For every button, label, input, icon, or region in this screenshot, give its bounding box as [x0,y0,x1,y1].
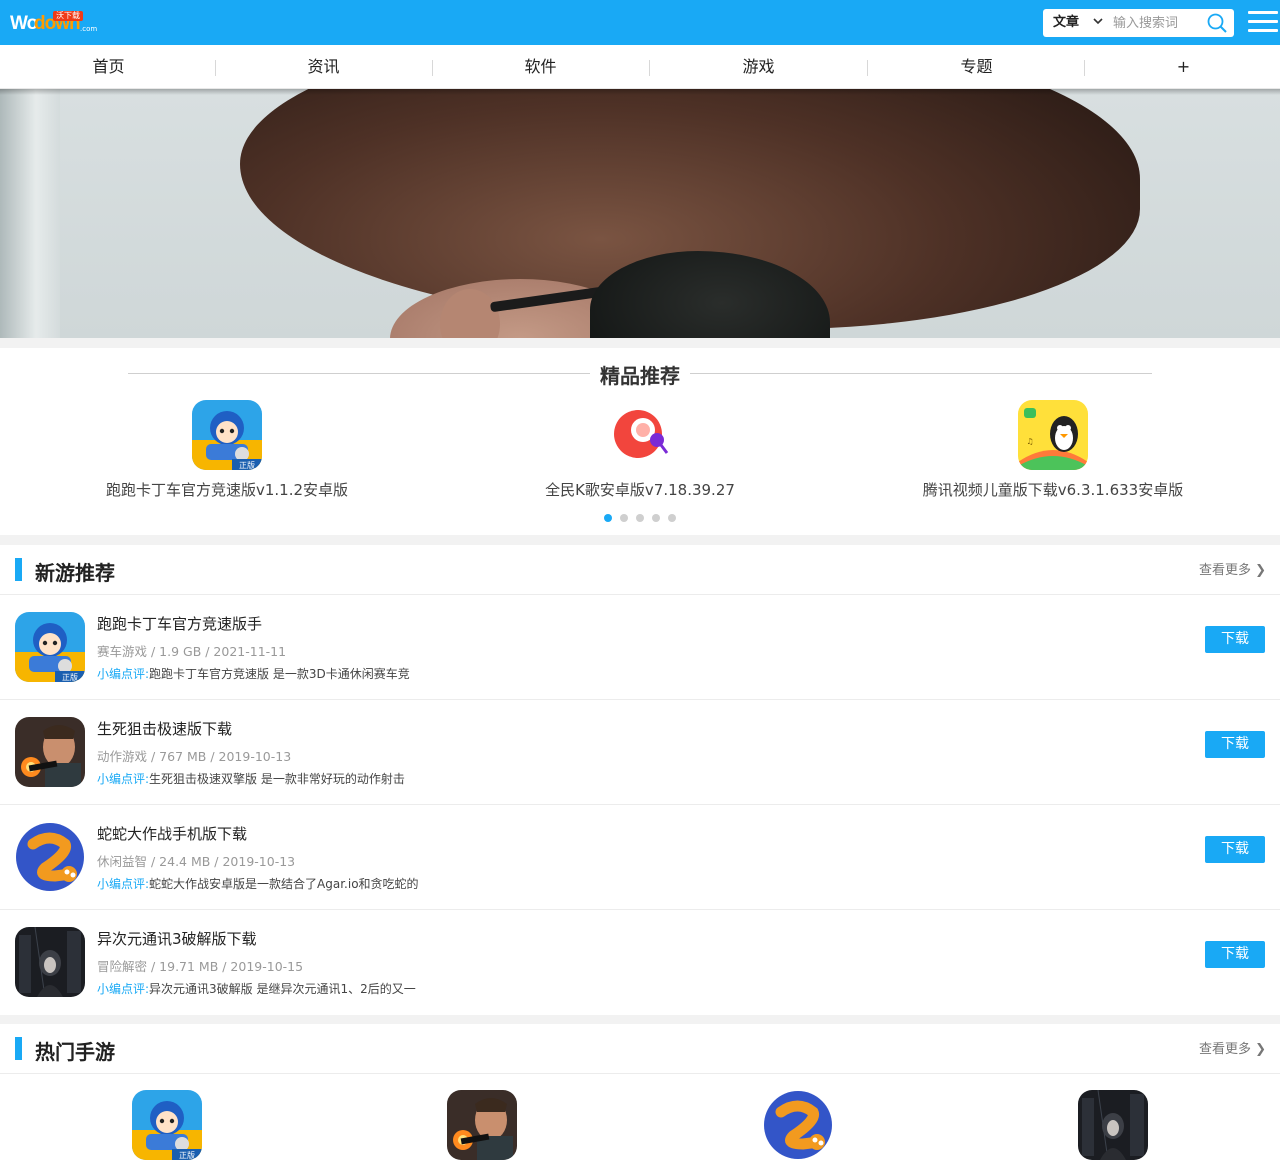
game-comment: 小编点评:生死狙击极速双擎版 是一款非常好玩的动作射击 [97,770,405,787]
carousel-dot[interactable] [652,514,660,522]
list-item[interactable]: 蛇蛇大作战手机版下载 休闲益智 / 24.4 MB / 2019-10-13 小… [0,805,1280,910]
list-item[interactable]: 生死狙击极速版下载 动作游戏 / 767 MB / 2019-10-13 小编点… [0,700,1280,805]
section-header: 热门手游 查看更多 ❯ [0,1024,1280,1074]
section-accent-bar [15,1037,22,1060]
kart-racer-icon[interactable]: 正版 [132,1090,202,1160]
download-button[interactable]: 下载 [1205,626,1265,653]
divider [128,373,590,374]
nav-item-topics[interactable]: 专题 [868,45,1085,89]
snake-icon [15,822,85,892]
logo-com-text: .com [80,25,98,33]
featured-app-name: 跑跑卡丁车官方竞速版v1.1.2安卓版 [105,481,349,499]
comment-label: 小编点评: [97,772,150,786]
list-item[interactable]: 异次元通讯3破解版下载 冒险解密 / 19.71 MB / 2019-10-15… [0,910,1280,1015]
game-meta: 冒险解密 / 19.71 MB / 2019-10-15 [97,959,304,974]
main-nav: 首页 资讯 软件 游戏 专题 + [0,45,1280,89]
view-more-label: 查看更多 [1198,1042,1251,1057]
svg-text:♫: ♫ [1026,437,1033,446]
game-name[interactable]: 生死狙击极速版下载 [97,718,232,739]
search-type-select[interactable]: 文章 [1053,9,1079,37]
section-title: 新游推荐 [35,561,115,585]
featured-app[interactable]: 正版 跑跑卡丁车官方竞速版v1.1.2安卓版 [17,400,437,500]
nav-item-news[interactable]: 资讯 [215,45,432,89]
svg-text:正版: 正版 [62,672,78,682]
comment-text: 跑跑卡丁车官方竞速版 是一款3D卡通休闲赛车竞 [149,667,410,681]
comment-label: 小编点评: [97,982,150,996]
chevron-down-icon[interactable] [1093,9,1103,37]
section-header: 新游推荐 查看更多 ❯ [0,545,1280,595]
penguin-kids-icon: ♫ [1018,400,1088,470]
chevron-right-icon: ❯ [1255,1042,1266,1057]
banner-photo [60,89,1280,338]
hero-banner[interactable] [0,89,1280,338]
karaoke-icon [605,400,675,470]
dark-girl-icon[interactable] [1078,1090,1148,1160]
top-header-bar: Wo down 沃下载 .com 文章 [0,0,1280,45]
shooter-soldier-icon [15,717,85,787]
featured-app[interactable]: ♫ 腾讯视频儿童版下载v6.3.1.633安卓版 [843,400,1263,500]
dark-girl-icon [15,927,85,997]
svg-text:正版: 正版 [239,460,255,470]
download-button[interactable]: 下载 [1205,941,1265,968]
game-name[interactable]: 蛇蛇大作战手机版下载 [97,823,247,844]
game-name[interactable]: 异次元通讯3破解版下载 [97,928,257,949]
game-meta: 动作游戏 / 767 MB / 2019-10-13 [97,749,292,764]
nav-item-games[interactable]: 游戏 [650,45,867,89]
chevron-right-icon: ❯ [1255,563,1266,578]
featured-title: 精品推荐 [600,364,680,388]
carousel-pagination [0,514,1280,522]
section-accent-bar [15,558,22,581]
section-title: 热门手游 [35,1040,115,1064]
nav-item-software[interactable]: 软件 [432,45,649,89]
game-comment: 小编点评:跑跑卡丁车官方竞速版 是一款3D卡通休闲赛车竞 [97,665,410,682]
new-games-section: 新游推荐 查看更多 ❯ 正版 跑跑卡丁车官方竞速版手 赛车游戏 / 1.9 GB… [0,545,1280,1015]
search-input[interactable] [1113,12,1205,34]
view-more-link[interactable]: 查看更多 ❯ [1199,559,1266,578]
download-button[interactable]: 下载 [1205,731,1265,758]
search-box: 文章 [1043,9,1234,37]
game-name[interactable]: 跑跑卡丁车官方竞速版手 [97,613,262,634]
view-more-link[interactable]: 查看更多 ❯ [1199,1038,1266,1057]
search-icon[interactable] [1207,13,1227,33]
featured-app-name: 全民K歌安卓版v7.18.39.27 [545,481,735,499]
logo-badge: 沃下载 [53,11,83,21]
featured-app-name: 腾讯视频儿童版下载v6.3.1.633安卓版 [922,481,1184,499]
game-meta: 赛车游戏 / 1.9 GB / 2021-11-11 [97,644,287,659]
comment-text: 蛇蛇大作战安卓版是一款结合了Agar.io和贪吃蛇的 [149,877,419,891]
nav-item-home[interactable]: 首页 [0,45,217,89]
nav-item-more[interactable]: + [1075,45,1280,89]
kart-racer-icon: 正版 [15,612,85,682]
svg-text:正版: 正版 [179,1150,195,1160]
game-meta: 休闲益智 / 24.4 MB / 2019-10-13 [97,854,296,869]
hot-games-section: 热门手游 查看更多 ❯ 正版 [0,1024,1280,1167]
game-comment: 小编点评:蛇蛇大作战安卓版是一款结合了Agar.io和贪吃蛇的 [97,875,419,892]
banner-previous-slide [0,89,60,338]
download-button[interactable]: 下载 [1205,836,1265,863]
site-logo[interactable]: Wo down 沃下载 .com [10,10,102,36]
list-item[interactable]: 正版 跑跑卡丁车官方竞速版手 赛车游戏 / 1.9 GB / 2021-11-1… [0,595,1280,700]
comment-label: 小编点评: [97,667,150,681]
shooter-soldier-icon[interactable] [447,1090,517,1160]
divider [690,373,1152,374]
game-comment: 小编点评:异次元通讯3破解版 是继异次元通讯1、2后的又一 [97,980,416,997]
featured-section: 精品推荐 正版 跑跑卡丁车官方竞速版v1.1.2安卓版 全民K歌安卓版v7.18… [0,348,1280,535]
carousel-dot[interactable] [620,514,628,522]
view-more-label: 查看更多 [1198,563,1251,578]
comment-text: 异次元通讯3破解版 是继异次元通讯1、2后的又一 [149,982,416,996]
menu-icon[interactable] [1248,11,1278,33]
snake-icon[interactable] [763,1090,833,1160]
comment-text: 生死狙击极速双擎版 是一款非常好玩的动作射击 [149,772,405,786]
carousel-dot[interactable] [604,514,612,522]
kart-racer-icon: 正版 [192,400,262,470]
carousel-dot[interactable] [636,514,644,522]
featured-app[interactable]: 全民K歌安卓版v7.18.39.27 [430,400,850,500]
carousel-dot[interactable] [668,514,676,522]
comment-label: 小编点评: [97,877,150,891]
